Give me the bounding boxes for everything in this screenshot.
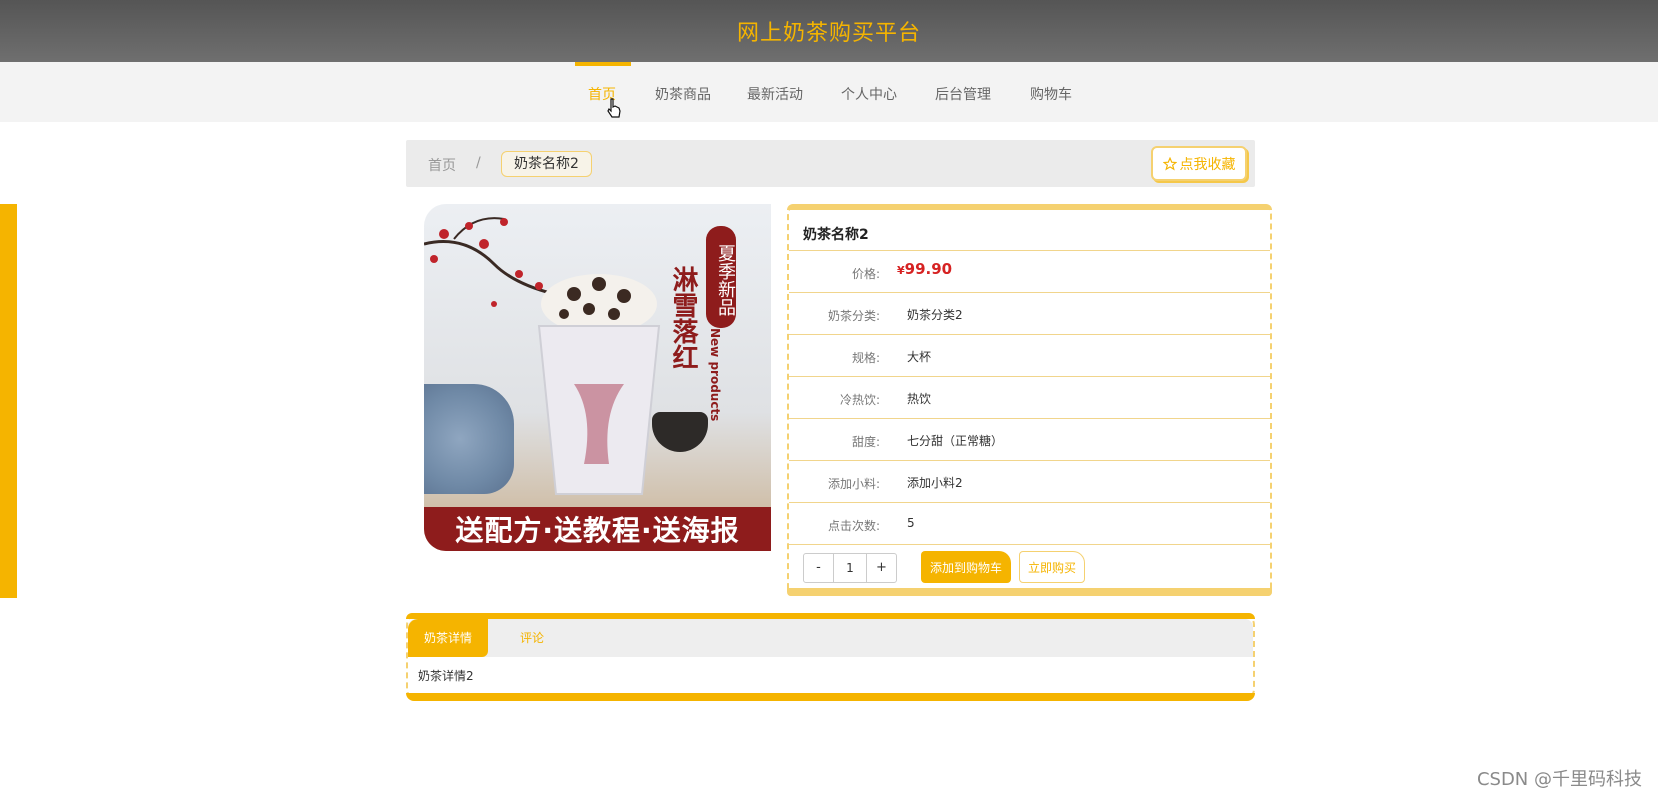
attribute-label: 奶茶分类:	[827, 309, 880, 323]
product-name: 奶茶名称2	[803, 227, 869, 243]
price-label: 价格:	[851, 267, 880, 281]
quantity-stepper: - +	[803, 553, 897, 583]
quantity-minus-button[interactable]: -	[804, 554, 833, 582]
attribute-row: 添加小料: 添加小料2	[789, 460, 1270, 502]
blue-cloth-shape	[424, 384, 514, 494]
image-promo-band: 送配方·送教程·送海报	[424, 507, 771, 551]
nav-active-indicator	[575, 62, 631, 66]
tab-content: 奶茶详情2	[418, 669, 474, 683]
breadcrumb-home[interactable]: 首页	[428, 155, 456, 175]
product-image: 淋雪落红 夏季新品 New products 送配方·送教程·送海报	[424, 204, 771, 551]
watermark: CSDN @千里码科技	[1476, 769, 1642, 790]
attribute-label: 规格:	[851, 351, 880, 365]
nav-item-products[interactable]: 奶茶商品	[655, 84, 711, 104]
attribute-row: 规格: 大杯	[789, 334, 1270, 376]
favorite-button[interactable]: 点我收藏	[1151, 146, 1247, 181]
breadcrumb-separator: /	[476, 155, 481, 171]
attribute-label: 甜度:	[851, 435, 880, 449]
attribute-value: 七分甜（正常糖）	[907, 434, 1004, 448]
attribute-row: 冷热饮: 热饮	[789, 376, 1270, 418]
star-icon	[1162, 156, 1177, 171]
attribute-row: 点击次数: 5	[789, 502, 1270, 544]
nav-item-personal-center[interactable]: 个人中心	[841, 84, 897, 104]
left-accent-bar	[0, 204, 17, 598]
attribute-value: 奶茶分类2	[907, 308, 963, 322]
price-value: ¥99.90	[897, 260, 952, 278]
image-new-badge: 夏季新品	[706, 226, 736, 328]
favorite-label: 点我收藏	[1179, 156, 1236, 173]
nav-item-admin[interactable]: 后台管理	[935, 84, 991, 104]
attribute-row: 甜度: 七分甜（正常糖）	[789, 418, 1270, 460]
tab-details[interactable]: 奶茶详情	[408, 619, 489, 657]
detail-tabs-panel: 奶茶详情 评论 奶茶详情2	[406, 613, 1255, 701]
nav-item-activities[interactable]: 最新活动	[747, 84, 803, 104]
attribute-value: 添加小料2	[907, 476, 963, 490]
breadcrumb-current: 奶茶名称2	[501, 151, 592, 177]
attribute-value: 5	[907, 516, 915, 530]
image-vertical-title: 淋雪落红	[668, 266, 698, 370]
attribute-value: 热饮	[907, 392, 932, 406]
hand-cursor-icon	[607, 98, 621, 118]
breadcrumb: 首页 / 奶茶名称2 点我收藏	[406, 140, 1255, 187]
site-title: 网上奶茶购买平台	[736, 21, 921, 46]
price-symbol: ¥	[897, 264, 905, 277]
main-nav	[0, 62, 1658, 122]
attribute-label: 添加小料:	[827, 477, 880, 491]
price-number: 99.90	[904, 260, 953, 278]
attribute-value: 大杯	[907, 350, 932, 364]
product-info-panel: 奶茶名称2 价格: ¥99.90 奶茶分类: 奶茶分类2 规格: 大杯 冷热饮:…	[787, 204, 1272, 596]
attribute-row: 奶茶分类: 奶茶分类2	[789, 292, 1270, 334]
image-english-text: New products	[708, 328, 722, 422]
milk-tea-cup-icon	[537, 274, 661, 495]
add-to-cart-button[interactable]: 添加到购物车	[921, 551, 1011, 583]
nav-item-cart[interactable]: 购物车	[1030, 84, 1072, 104]
purchase-row: - + 添加到购物车 立即购买	[789, 544, 1270, 590]
price-row: 价格: ¥99.90	[789, 250, 1270, 292]
buy-now-button[interactable]: 立即购买	[1019, 551, 1085, 583]
quantity-input[interactable]	[833, 554, 867, 582]
tab-comments[interactable]: 评论	[504, 619, 560, 657]
attribute-label: 冷热饮:	[839, 393, 880, 407]
quantity-plus-button[interactable]: +	[867, 554, 896, 582]
attribute-label: 点击次数:	[827, 519, 880, 533]
site-header: 网上奶茶购买平台	[0, 0, 1658, 62]
